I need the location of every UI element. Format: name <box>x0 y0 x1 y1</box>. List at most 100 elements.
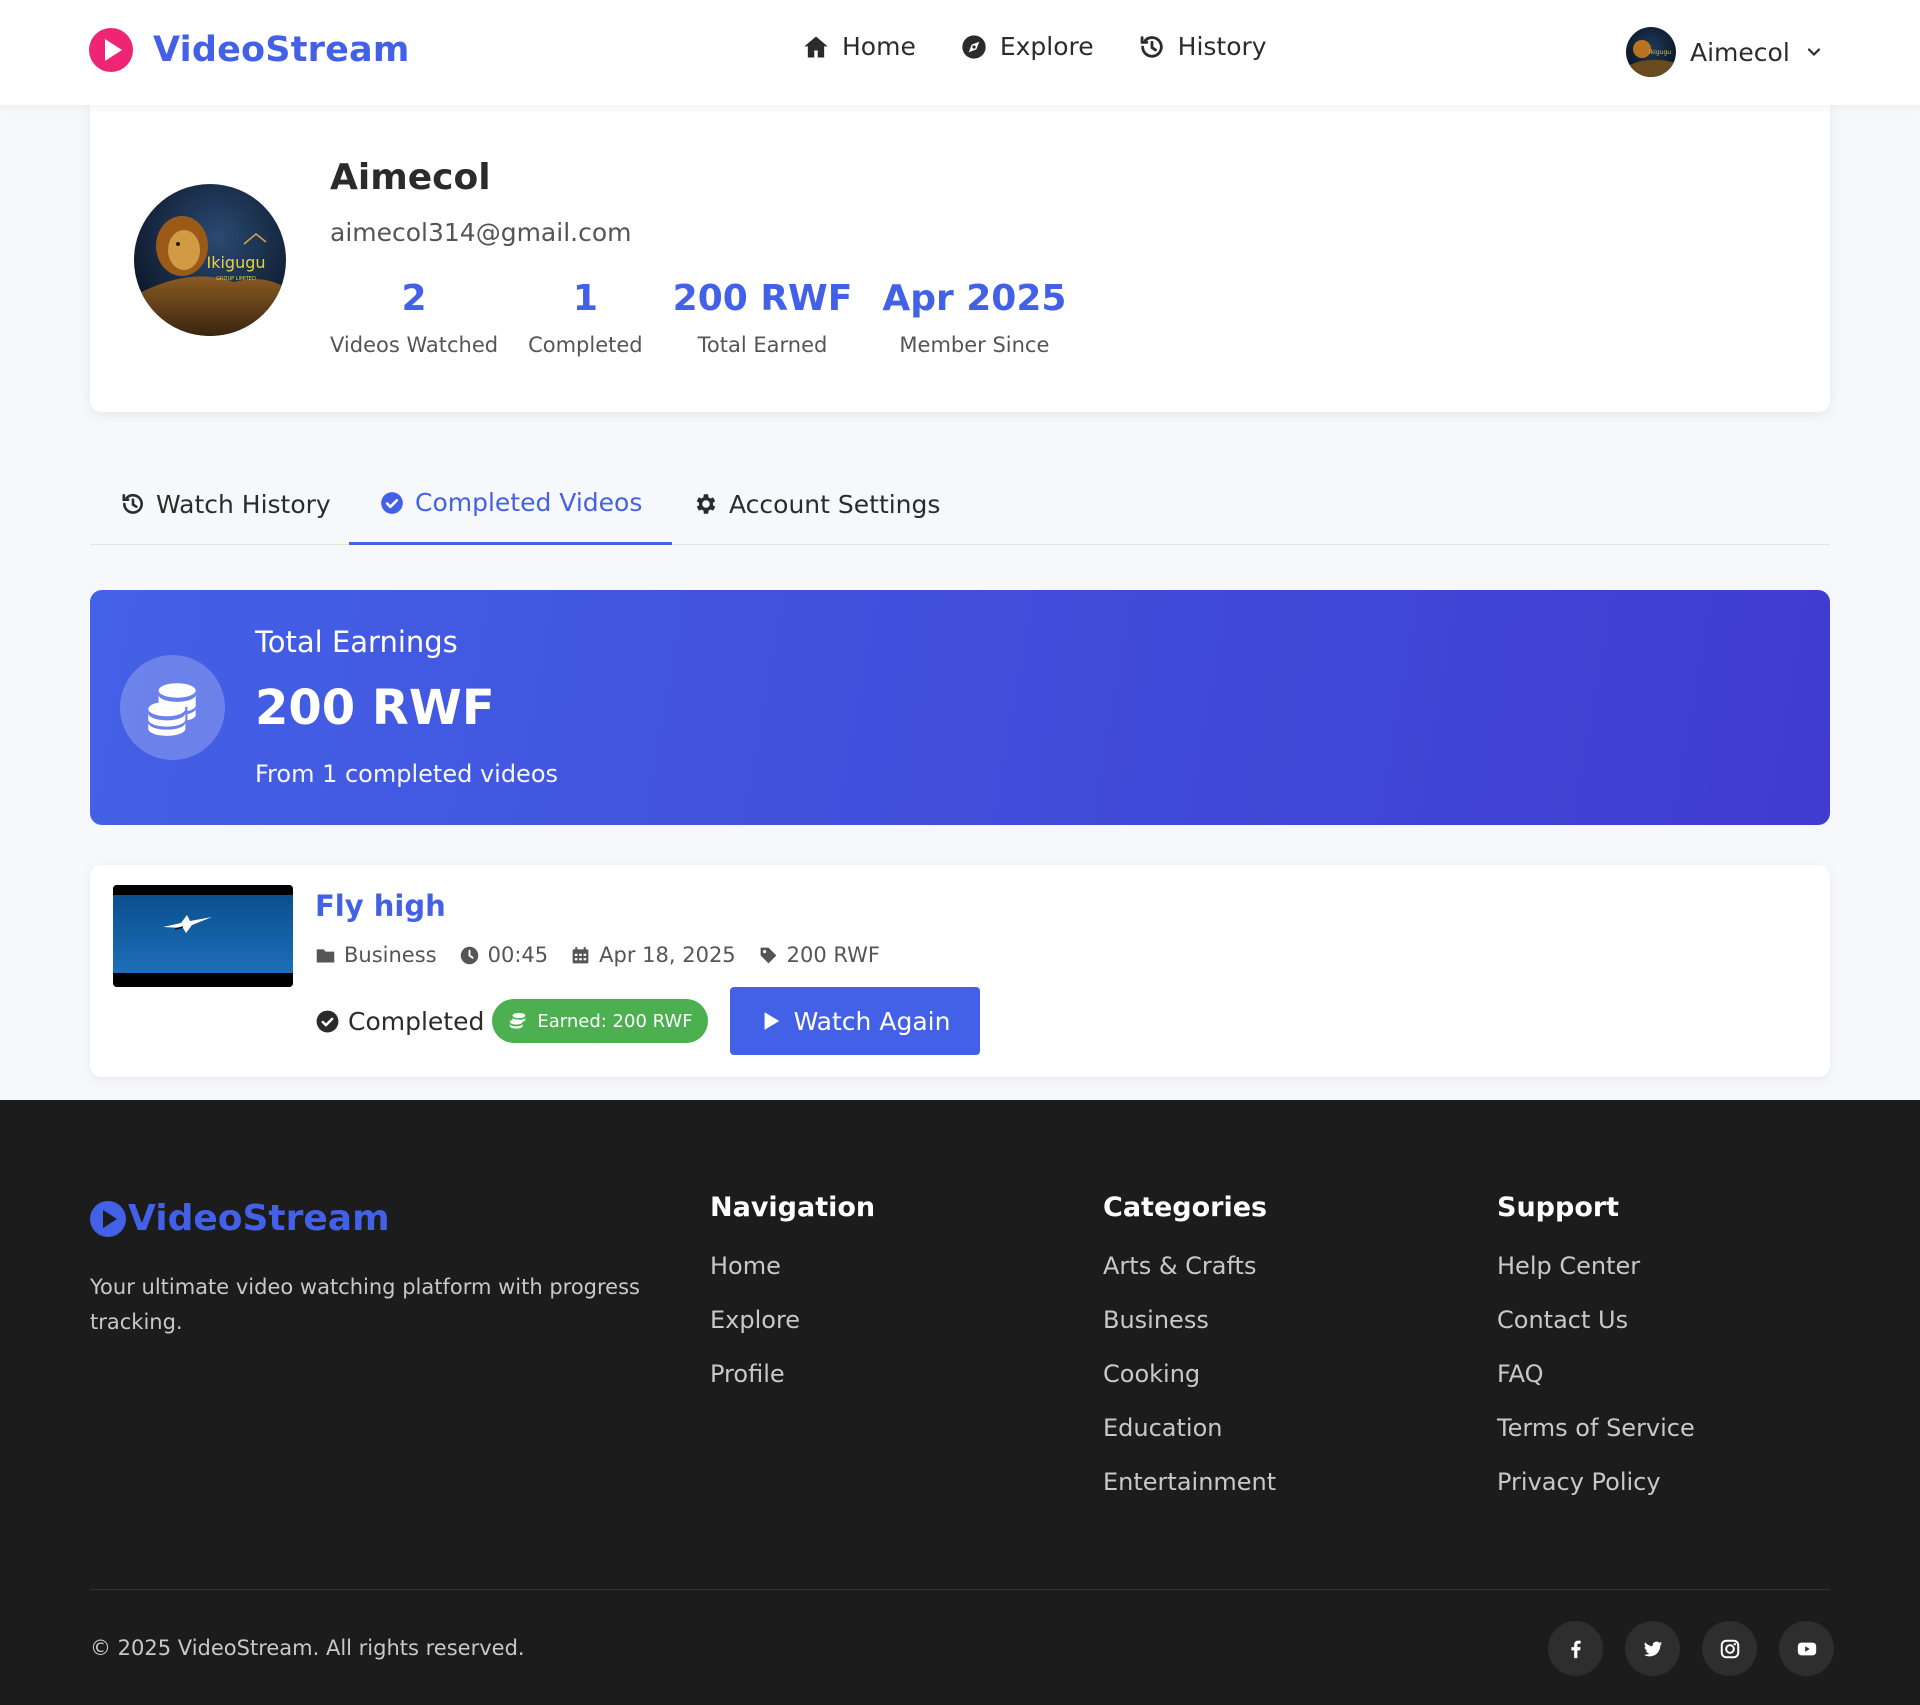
stat-member-since: Apr 2025 Member Since <box>882 277 1066 357</box>
video-reward: 200 RWF <box>758 943 880 967</box>
tab-label: Watch History <box>156 489 331 519</box>
nav-home-label: Home <box>842 32 916 61</box>
stat-value: 1 <box>572 278 598 319</box>
youtube-link[interactable] <box>1779 1621 1834 1676</box>
profile-avatar: Ikigugu GROUP LIMITED <box>134 184 286 336</box>
nav-explore-label: Explore <box>999 32 1094 61</box>
footer-link[interactable]: Explore <box>710 1305 875 1335</box>
footer-link[interactable]: Entertainment <box>1103 1467 1276 1497</box>
history-icon <box>1140 35 1163 58</box>
tab-watch-history[interactable]: Watch History <box>90 463 361 545</box>
stat-label: Total Earned <box>697 333 828 357</box>
footer-link[interactable]: Privacy Policy <box>1497 1467 1695 1497</box>
home-icon <box>804 36 828 57</box>
check-circle-icon <box>316 1010 339 1032</box>
completed-video-item: Fly high Business 00:45 Apr 18, 2025 200… <box>90 865 1830 1077</box>
folder-icon <box>316 948 335 962</box>
watch-again-button[interactable]: Watch Again <box>729 987 981 1055</box>
footer-link[interactable]: Arts & Crafts <box>1103 1251 1276 1281</box>
video-duration: 00:45 <box>459 943 549 967</box>
footer-link[interactable]: Home <box>710 1251 875 1281</box>
twitter-icon <box>1643 1641 1662 1656</box>
nav-explore[interactable]: Explore <box>960 32 1094 61</box>
calendar-icon <box>572 946 589 963</box>
earnings-title: Total Earnings <box>255 625 458 659</box>
video-title[interactable]: Fly high <box>315 889 446 923</box>
check-circle-icon <box>381 491 403 514</box>
footer-link[interactable]: Profile <box>710 1359 875 1389</box>
user-name: Aimecol <box>1690 37 1790 67</box>
earned-badge: Earned: 200 RWF <box>492 999 708 1043</box>
history-icon <box>122 493 143 514</box>
footer-link[interactable]: Business <box>1103 1305 1276 1335</box>
earned-text: Earned: 200 RWF <box>537 1010 693 1032</box>
avatar-logo-text: Ikigugu <box>1649 49 1671 56</box>
facebook-link[interactable] <box>1548 1621 1603 1676</box>
footer-link[interactable]: Contact Us <box>1497 1305 1695 1335</box>
meta-text: Apr 18, 2025 <box>599 943 736 967</box>
footer-link[interactable]: Education <box>1103 1413 1276 1443</box>
profile-email: aimecol314@gmail.com <box>330 218 632 247</box>
video-date: Apr 18, 2025 <box>570 943 736 967</box>
nav-history-label: History <box>1177 32 1267 61</box>
status-text: Completed <box>348 1006 485 1036</box>
footer-col-title: Categories <box>1103 1192 1268 1223</box>
stat-total-earned: 200 RWF Total Earned <box>673 277 853 357</box>
footer-link[interactable]: Help Center <box>1497 1251 1695 1281</box>
social-links <box>1548 1621 1834 1676</box>
profile-stats: 2 Videos Watched 1 Completed 200 RWF Tot… <box>330 277 1066 357</box>
video-category: Business <box>315 943 437 967</box>
coins-icon <box>510 1012 526 1029</box>
chevron-down-icon <box>1807 48 1820 57</box>
footer-brand[interactable]: VideoStream <box>90 1198 390 1239</box>
footer-brand-name: VideoStream <box>128 1198 390 1239</box>
tab-account-settings[interactable]: Account Settings <box>663 463 970 545</box>
avatar: Ikigugu <box>1626 27 1676 77</box>
watch-again-label: Watch Again <box>793 1006 951 1036</box>
profile-name: Aimecol <box>330 157 491 198</box>
brand-name: VideoStream <box>153 30 410 70</box>
meta-text: 00:45 <box>487 943 549 967</box>
instagram-link[interactable] <box>1702 1621 1757 1676</box>
compass-icon <box>962 34 986 59</box>
user-menu[interactable]: Ikigugu Aimecol <box>1626 27 1824 77</box>
twitter-link[interactable] <box>1625 1621 1680 1676</box>
video-thumbnail[interactable] <box>113 885 293 987</box>
youtube-icon <box>1797 1642 1816 1655</box>
tab-label: Completed Videos <box>415 488 643 517</box>
avatar-logo-text: Ikigugu <box>206 253 265 272</box>
earnings-amount: 200 RWF <box>255 680 495 736</box>
top-navbar: VideoStream Home Explore History Ikigugu… <box>0 0 1920 105</box>
profile-card: Ikigugu GROUP LIMITED Aimecol aimecol314… <box>90 105 1830 412</box>
clock-icon <box>460 946 478 964</box>
footer-col-support: Support Help Center Contact Us FAQ Terms… <box>1497 1192 1695 1497</box>
tab-label: Account Settings <box>729 489 941 519</box>
nav-home[interactable]: Home <box>802 32 916 61</box>
footer-col-categories: Categories Arts & Crafts Business Cookin… <box>1103 1192 1276 1497</box>
copyright: © 2025 VideoStream. All rights reserved. <box>90 1636 525 1660</box>
meta-text: 200 RWF <box>786 943 881 967</box>
nav-history[interactable]: History <box>1138 32 1267 61</box>
earnings-summary: Total Earnings 200 RWF From 1 completed … <box>90 590 1830 825</box>
earnings-subtitle: From 1 completed videos <box>255 760 559 788</box>
gear-icon <box>696 494 716 514</box>
completed-status: Completed <box>315 1007 484 1036</box>
footer-link[interactable]: Cooking <box>1103 1359 1276 1389</box>
coins-icon <box>120 655 225 760</box>
stat-label: Member Since <box>899 333 1050 357</box>
stat-videos-watched: 2 Videos Watched <box>330 277 498 357</box>
stat-completed: 1 Completed <box>528 277 643 357</box>
footer: VideoStream Your ultimate video watching… <box>0 1100 1920 1705</box>
stat-label: Completed <box>528 333 643 357</box>
stat-value: Apr 2025 <box>882 278 1067 319</box>
stat-value: 200 RWF <box>672 278 853 319</box>
play-circle-icon <box>90 1200 126 1237</box>
tab-completed-videos[interactable]: Completed Videos <box>349 463 673 545</box>
play-circle-icon <box>89 28 133 72</box>
stat-label: Videos Watched <box>330 333 499 357</box>
footer-link[interactable]: Terms of Service <box>1497 1413 1695 1443</box>
footer-col-title: Navigation <box>710 1192 876 1223</box>
tag-icon <box>760 947 777 963</box>
footer-link[interactable]: FAQ <box>1497 1359 1695 1389</box>
brand[interactable]: VideoStream <box>89 28 410 72</box>
